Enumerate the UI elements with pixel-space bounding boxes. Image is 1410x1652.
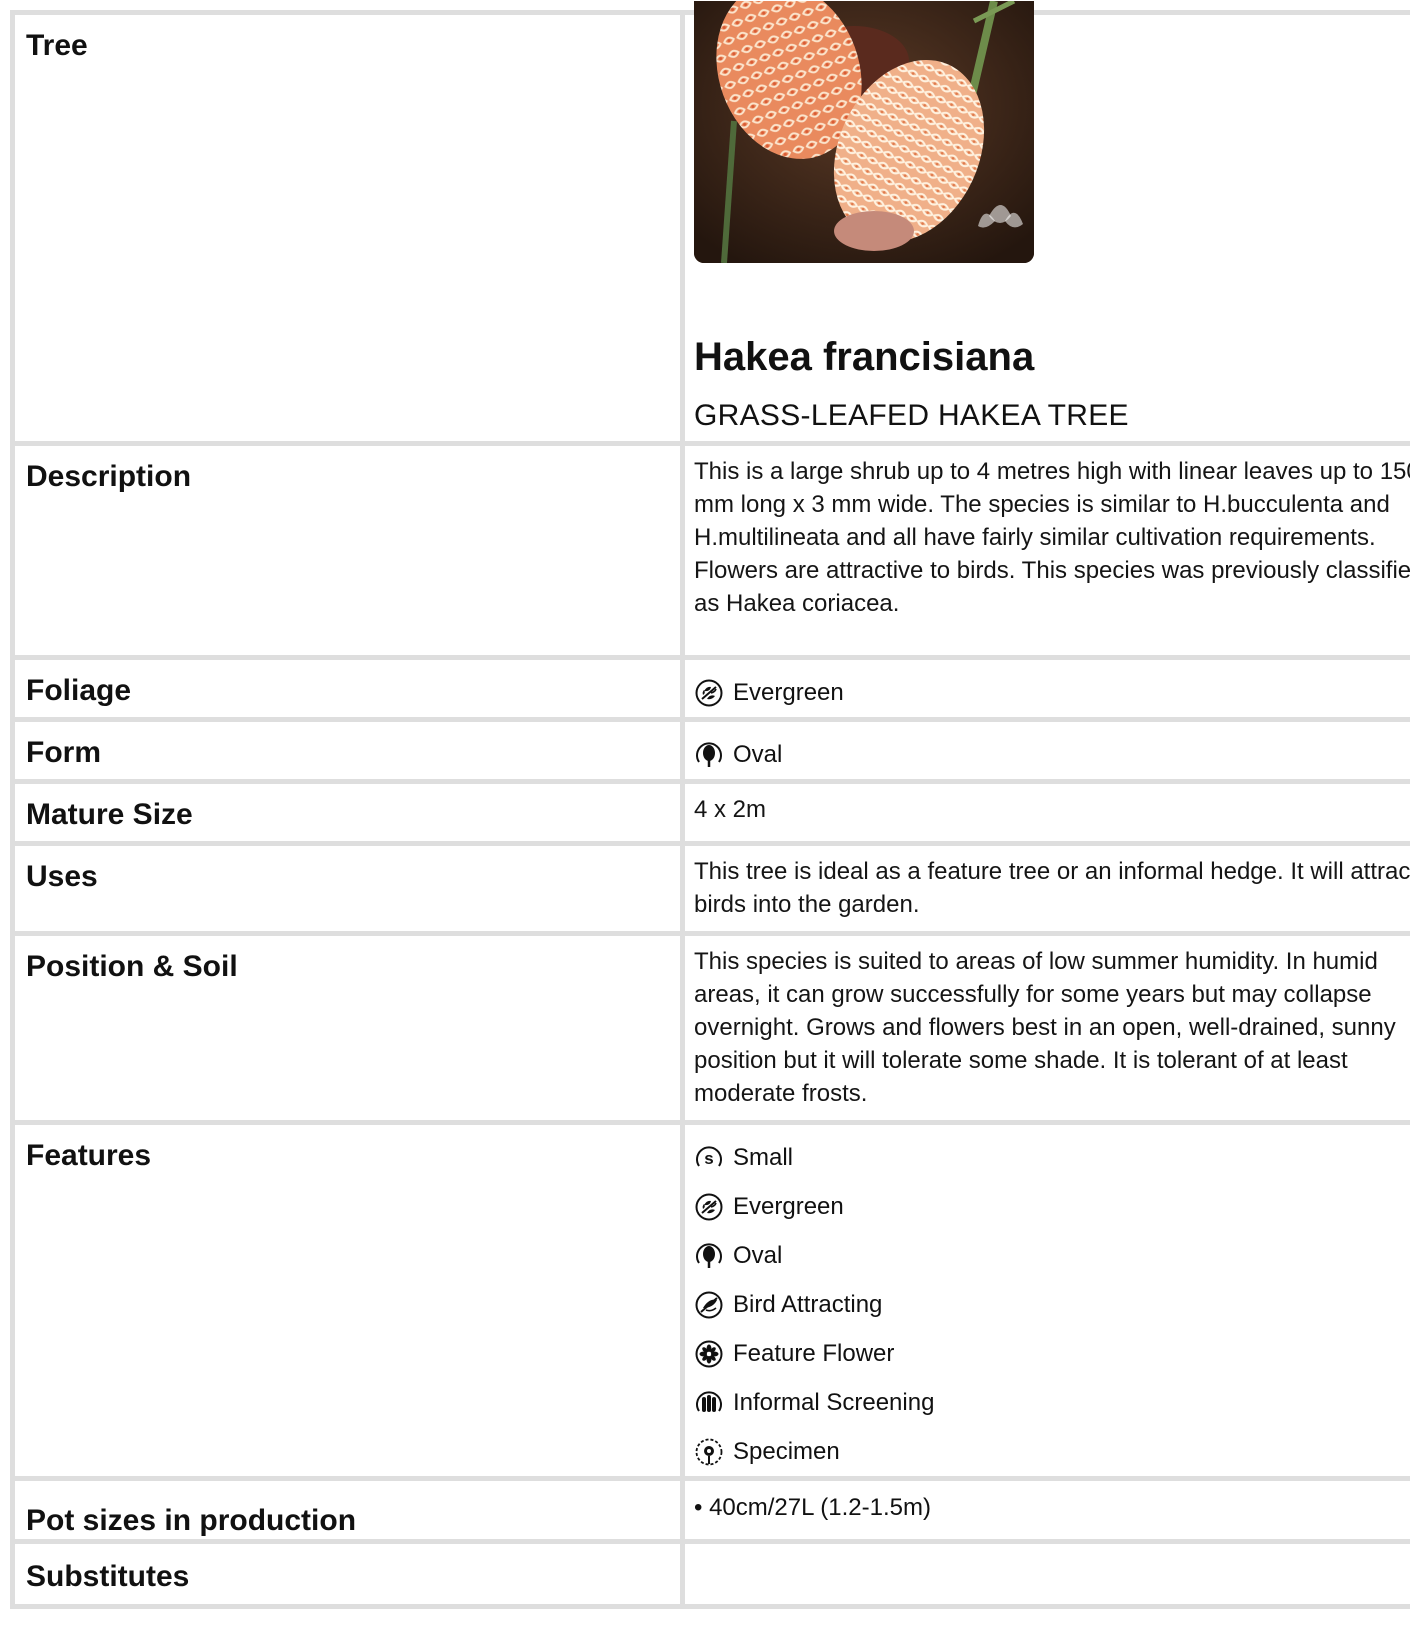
bird-attracting-icon <box>694 1290 724 1320</box>
specimen-icon <box>694 1437 724 1467</box>
substitutes-row: Substitutes <box>10 1539 1410 1609</box>
oval-form-icon <box>694 740 724 770</box>
feature-item-oval[interactable]: Oval <box>694 1231 1410 1280</box>
form-value-cell: Oval <box>680 717 1410 784</box>
feature-flower-icon <box>694 1339 724 1369</box>
uses-value-cell: This tree is ideal as a feature tree or … <box>680 841 1410 936</box>
tree-label: Tree <box>26 29 88 62</box>
foliage-value-cell: Evergreen <box>680 655 1410 722</box>
botanical-name: Hakea francisiana <box>694 335 1035 379</box>
oval-form-icon <box>694 1241 724 1271</box>
common-name: GRASS-LEAFED HAKEA TREE <box>694 399 1129 432</box>
plant-details-table: Tree Hakea francisiana GRASS-LEAFED HAKE… <box>10 1 1410 1609</box>
foliage-label-cell: Foliage <box>10 655 685 722</box>
mature-size-label-cell: Mature Size <box>10 779 685 846</box>
position-soil-label-cell: Position & Soil <box>10 931 685 1125</box>
uses-label: Uses <box>26 860 98 893</box>
feature-label: Feature Flower <box>733 1339 895 1367</box>
features-list: Small Evergreen Oval Bird Attracting Fea… <box>685 1125 1410 1476</box>
mature-size-row: Mature Size 4 x 2m <box>10 779 1410 846</box>
foliage-value-label: Evergreen <box>733 678 844 706</box>
form-value-label: Oval <box>733 740 783 768</box>
foliage-label: Foliage <box>26 674 132 707</box>
position-soil-label: Position & Soil <box>26 950 238 983</box>
mature-size-label: Mature Size <box>26 798 193 831</box>
position-soil-text: This species is suited to areas of low s… <box>694 948 1396 1107</box>
feature-label: Small <box>733 1143 794 1171</box>
substitutes-label-cell: Substitutes <box>10 1539 685 1609</box>
uses-label-cell: Uses <box>10 841 685 936</box>
tree-row: Tree Hakea francisiana GRASS-LEAFED HAKE… <box>10 1 1410 446</box>
description-label-cell: Description <box>10 441 685 660</box>
feature-label: Oval <box>733 1241 783 1269</box>
description-value-cell: This is a large shrub up to 4 metres hig… <box>680 441 1410 660</box>
feature-item-specimen[interactable]: Specimen <box>694 1427 1410 1476</box>
tree-value-cell: Hakea francisiana GRASS-LEAFED HAKEA TRE… <box>680 1 1410 446</box>
small-size-icon <box>694 1143 724 1173</box>
feature-label: Evergreen <box>733 1192 844 1220</box>
evergreen-icon <box>694 1192 724 1222</box>
mature-size-value-cell: 4 x 2m <box>680 779 1410 846</box>
informal-screening-icon <box>694 1388 724 1418</box>
form-label: Form <box>26 736 101 769</box>
foliage-value[interactable]: Evergreen <box>685 660 1410 717</box>
substitutes-value-cell <box>680 1539 1410 1609</box>
pot-sizes-label-cell: Pot sizes in production <box>10 1476 685 1544</box>
mature-size-value: 4 x 2m <box>694 796 767 823</box>
foliage-row: Foliage Evergreen <box>10 655 1410 722</box>
feature-item-bird-attracting[interactable]: Bird Attracting <box>694 1280 1410 1329</box>
uses-text: This tree is ideal as a feature tree or … <box>694 858 1410 918</box>
features-value-cell: Small Evergreen Oval Bird Attracting Fea… <box>680 1120 1410 1481</box>
pot-sizes-row: Pot sizes in production • 40cm/27L (1.2-… <box>10 1476 1410 1544</box>
tree-label-cell: Tree <box>10 10 685 446</box>
plant-photo[interactable] <box>694 1 1034 263</box>
feature-item-informal-screening[interactable]: Informal Screening <box>694 1378 1410 1427</box>
form-label-cell: Form <box>10 717 685 784</box>
substitutes-label: Substitutes <box>26 1560 190 1593</box>
position-soil-value-cell: This species is suited to areas of low s… <box>680 931 1410 1125</box>
features-label-cell: Features <box>10 1120 685 1481</box>
substitutes-value <box>685 1544 1410 1563</box>
position-soil-row: Position & Soil This species is suited t… <box>10 931 1410 1125</box>
feature-item-feature-flower[interactable]: Feature Flower <box>694 1329 1410 1378</box>
description-text: This is a large shrub up to 4 metres hig… <box>694 458 1410 617</box>
description-row: Description This is a large shrub up to … <box>10 441 1410 660</box>
pot-sizes-label: Pot sizes in production <box>26 1504 357 1537</box>
feature-label: Specimen <box>733 1437 840 1465</box>
features-label: Features <box>26 1139 152 1172</box>
pot-size-value: 40cm/27L (1.2-1.5m) <box>709 1494 931 1521</box>
form-value[interactable]: Oval <box>685 722 1410 779</box>
uses-row: Uses This tree is ideal as a feature tre… <box>10 841 1410 936</box>
feature-item-evergreen[interactable]: Evergreen <box>694 1182 1410 1231</box>
evergreen-icon <box>694 678 724 708</box>
description-label: Description <box>26 460 192 493</box>
feature-label: Bird Attracting <box>733 1290 883 1318</box>
pot-sizes-value-cell: • 40cm/27L (1.2-1.5m) <box>680 1476 1410 1544</box>
form-row: Form Oval <box>10 717 1410 784</box>
feature-item-small[interactable]: Small <box>694 1133 1410 1182</box>
features-row: Features Small Evergreen Oval Bird Attra… <box>10 1120 1410 1481</box>
pot-size-item: • 40cm/27L (1.2-1.5m) <box>694 1494 931 1521</box>
feature-label: Informal Screening <box>733 1388 935 1416</box>
